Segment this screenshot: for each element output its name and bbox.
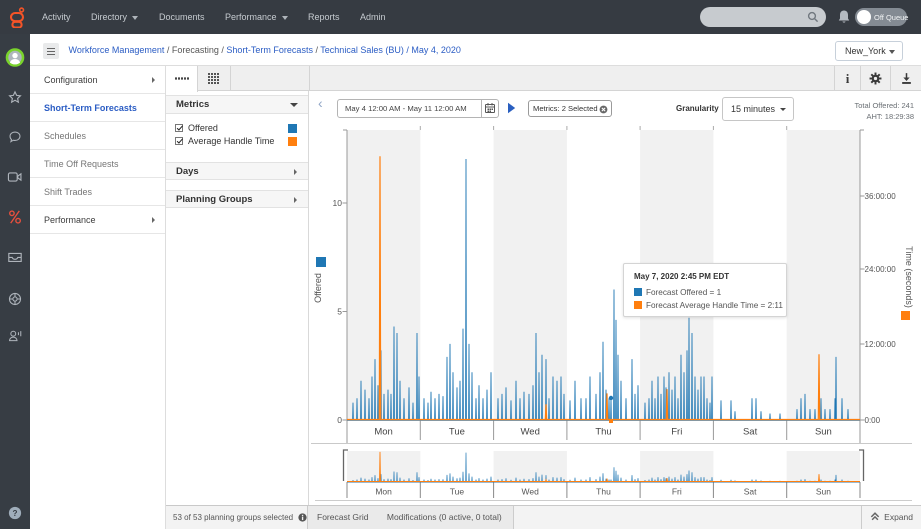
svg-text:Wed: Wed xyxy=(521,427,540,438)
svg-text:24:00:00: 24:00:00 xyxy=(865,265,897,274)
svg-text:Fri: Fri xyxy=(671,427,682,438)
svg-text:36:00:00: 36:00:00 xyxy=(865,192,897,201)
svg-text:Thu: Thu xyxy=(595,427,611,438)
svg-text:?: ? xyxy=(13,509,18,518)
svg-text:5: 5 xyxy=(337,307,342,317)
svg-text:Sun: Sun xyxy=(816,487,831,497)
svg-text:Sun: Sun xyxy=(815,427,832,438)
svg-text:Fri: Fri xyxy=(672,487,682,497)
svg-text:10: 10 xyxy=(333,198,343,208)
svg-text:Mon: Mon xyxy=(374,427,392,438)
svg-text:0: 0 xyxy=(337,415,342,425)
svg-text:Tue: Tue xyxy=(450,487,465,497)
svg-text:Sat: Sat xyxy=(744,487,757,497)
svg-text:12:00:00: 12:00:00 xyxy=(865,340,897,349)
svg-text:Thu: Thu xyxy=(596,487,611,497)
svg-text:Wed: Wed xyxy=(522,487,540,497)
svg-text:Offered: Offered xyxy=(313,273,323,303)
svg-text:0:00: 0:00 xyxy=(865,416,881,425)
svg-text:Time (seconds): Time (seconds) xyxy=(904,246,914,308)
svg-text:Sat: Sat xyxy=(743,427,758,438)
svg-text:Mon: Mon xyxy=(375,487,392,497)
svg-text:Tue: Tue xyxy=(449,427,465,438)
